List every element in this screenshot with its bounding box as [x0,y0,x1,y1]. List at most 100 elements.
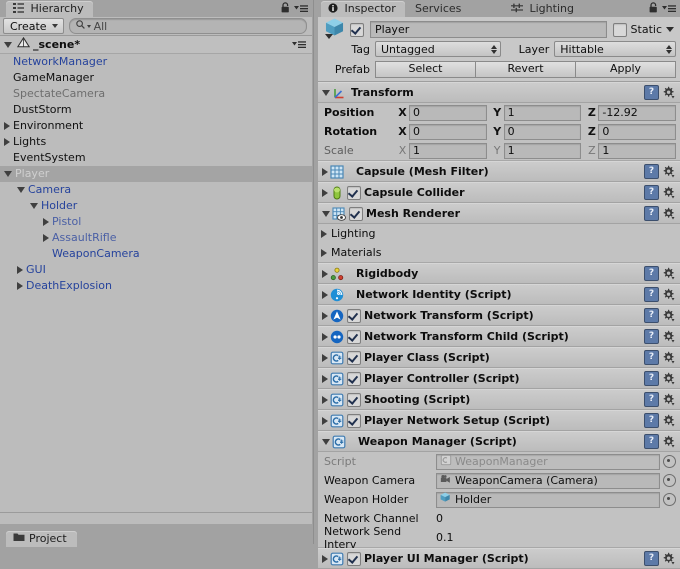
inspector-menu-icon[interactable] [662,3,676,16]
component-foldout-icon[interactable] [322,395,328,404]
transform-scale-z-field[interactable]: 1 [598,142,677,159]
transform-rotation-x-field[interactable]: 0 [409,123,487,140]
hierarchy-item-player[interactable]: Player [0,166,312,182]
component-header-shooting-script[interactable]: Shooting (Script) ? [318,389,680,410]
gear-icon[interactable] [662,435,675,448]
static-dropdown-icon[interactable] [666,27,674,32]
gameobject-enabled-checkbox[interactable] [350,22,364,37]
gear-icon[interactable] [662,393,675,406]
hierarchy-item-gui[interactable]: GUI [0,262,312,278]
transform-rotation-y-field[interactable]: 0 [503,123,582,140]
gear-icon[interactable] [662,165,675,178]
object-field[interactable]: WeaponCamera (Camera) [436,472,660,489]
gear-icon[interactable] [662,414,675,427]
prefab-apply-button[interactable]: Apply [576,60,676,78]
component-foldout-icon[interactable] [322,290,328,299]
hierarchy-foldout-icon[interactable] [43,218,49,226]
gear-icon[interactable] [662,288,675,301]
tab-inspector[interactable]: Inspector [321,1,405,17]
hierarchy-foldout-icon[interactable] [30,203,38,209]
object-picker-icon[interactable] [663,455,676,468]
tab-hierarchy[interactable]: Hierarchy [6,1,93,17]
object-field[interactable]: WeaponManager [436,453,660,470]
scene-root-row[interactable]: _scene* [0,36,312,54]
help-icon[interactable]: ? [644,308,659,323]
help-icon[interactable]: ? [644,185,659,200]
component-header-mesh-renderer[interactable]: Mesh Renderer ? [318,203,680,224]
component-header-network-transform-child-script[interactable]: Network Transform Child (Script) ? [318,326,680,347]
component-foldout-icon[interactable] [322,438,330,445]
hierarchy-foldout-icon[interactable] [4,138,10,146]
object-picker-icon[interactable] [663,474,676,487]
tab-lighting[interactable]: Lighting [504,1,583,17]
help-icon[interactable]: ? [644,392,659,407]
prefab-select-button[interactable]: Select [375,60,476,78]
hierarchy-foldout-icon[interactable] [4,171,12,177]
component-header-player-class-script[interactable]: Player Class (Script) ? [318,347,680,368]
hierarchy-foldout-icon[interactable] [17,266,23,274]
hierarchy-item-pistol[interactable]: Pistol [0,214,312,230]
component-foldout-icon[interactable] [322,188,328,197]
component-enabled-checkbox[interactable] [347,329,361,344]
scene-foldout-icon[interactable] [4,41,12,48]
tag-dropdown[interactable]: Untagged [375,41,502,57]
component-foldout-icon[interactable] [322,374,328,383]
help-icon[interactable]: ? [644,371,659,386]
scene-menu-icon[interactable] [292,40,306,49]
field-value[interactable]: 0.1 [436,531,454,544]
component-header-player-network-setup-script[interactable]: Player Network Setup (Script) ? [318,410,680,431]
hierarchy-item-camera[interactable]: Camera [0,182,312,198]
transform-scale-y-field[interactable]: 1 [503,142,582,159]
component-header-weapon-manager[interactable]: Weapon Manager (Script) ? [318,431,680,452]
help-icon[interactable]: ? [644,287,659,302]
tab-services[interactable]: Services [408,1,471,17]
hierarchy-item-holder[interactable]: Holder [0,198,312,214]
object-picker-icon[interactable] [663,493,676,506]
transform-position-x-field[interactable]: 0 [409,104,487,121]
hierarchy-item-networkmanager[interactable]: NetworkManager [0,54,312,70]
hierarchy-foldout-icon[interactable] [43,234,49,242]
component-enabled-checkbox[interactable] [347,371,361,386]
help-icon[interactable]: ? [644,434,659,449]
help-icon[interactable]: ? [644,413,659,428]
hierarchy-foldout-icon[interactable] [4,122,10,130]
hierarchy-item-spectatecamera[interactable]: SpectateCamera [0,86,312,102]
gear-icon[interactable] [662,207,675,220]
hierarchy-item-gamemanager[interactable]: GameManager [0,70,312,86]
component-foldout-icon[interactable] [322,416,328,425]
hierarchy-item-assaultrifle[interactable]: AssaultRifle [0,230,312,246]
gear-icon[interactable] [662,267,675,280]
tab-project[interactable]: Project [6,531,77,547]
component-header-capsule-collider[interactable]: Capsule Collider ? [318,182,680,203]
help-icon[interactable]: ? [644,164,659,179]
lock-icon[interactable] [281,2,290,16]
hierarchy-tree[interactable]: NetworkManager GameManager SpectateCamera D… [0,54,312,509]
transform-position-z-field[interactable]: -12.92 [598,104,677,121]
component-header-rigidbody[interactable]: Rigidbody ? [318,263,680,284]
component-foldout-icon[interactable] [322,353,328,362]
hierarchy-item-environment[interactable]: Environment [0,118,312,134]
layer-dropdown[interactable]: Hittable [554,41,676,57]
component-foldout-icon[interactable] [322,554,328,563]
object-field[interactable]: Holder [436,491,660,508]
help-icon[interactable]: ? [644,206,659,221]
help-icon[interactable]: ? [644,85,659,100]
component-header-player-ui-manager[interactable]: Player UI Manager (Script) ? [318,548,680,569]
component-foldout-icon[interactable] [322,269,328,278]
component-foldout-icon[interactable] [322,332,328,341]
hierarchy-item-eventsystem[interactable]: EventSystem [0,150,312,166]
create-button[interactable]: Create [3,18,64,34]
gear-icon[interactable] [662,86,675,99]
hierarchy-foldout-icon[interactable] [17,282,23,290]
hierarchy-foldout-icon[interactable] [17,187,25,193]
component-foldout-icon[interactable] [322,167,328,176]
subsection-lighting[interactable]: Lighting [318,224,680,243]
hierarchy-item-weaponcamera[interactable]: WeaponCamera [0,246,312,262]
help-icon[interactable]: ? [644,329,659,344]
hierarchy-menu-icon[interactable] [294,3,308,16]
prefab-revert-button[interactable]: Revert [476,60,576,78]
component-enabled-checkbox[interactable] [347,392,361,407]
subsection-foldout-icon[interactable] [321,229,327,238]
component-foldout-icon[interactable] [322,89,330,96]
component-enabled-checkbox[interactable] [347,350,361,365]
